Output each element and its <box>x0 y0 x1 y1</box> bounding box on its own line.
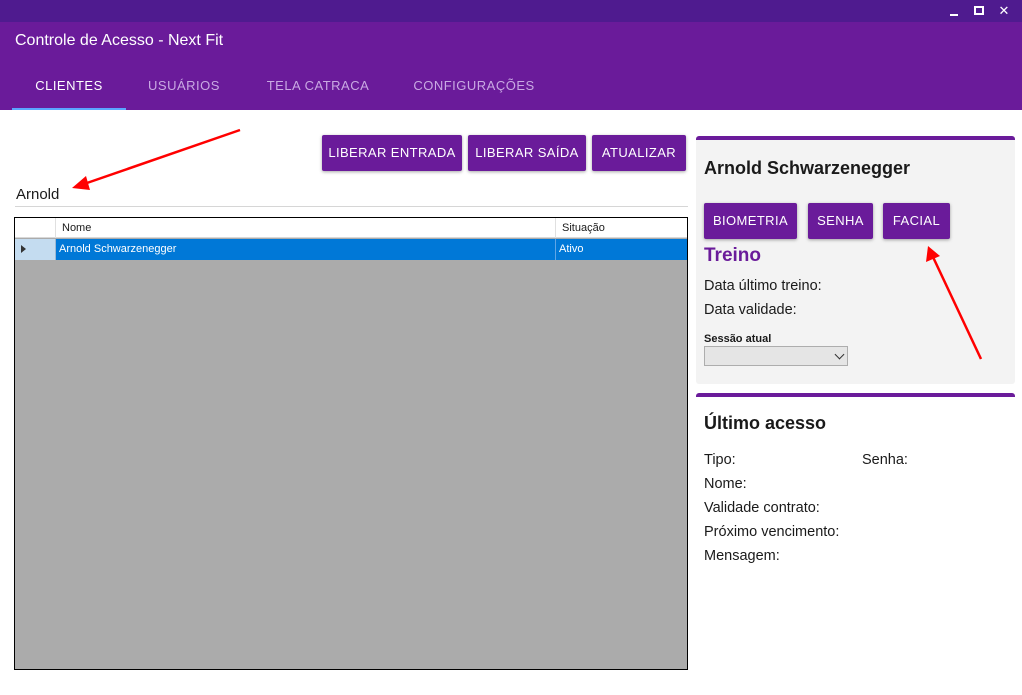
data-validade-label: Data validade: <box>704 302 797 318</box>
validade-contrato-label: Validade contrato: <box>704 500 820 516</box>
tab-label: TELA CATRACA <box>266 78 370 93</box>
tab-label: CONFIGURAÇÕES <box>413 78 535 93</box>
tab-tela-catraca[interactable]: TELA CATRACA <box>256 71 380 110</box>
app-header: Controle de Acesso - Next Fit CLIENTES U… <box>0 22 1022 110</box>
liberar-entrada-button[interactable]: LIBERAR ENTRADA <box>322 135 462 171</box>
ultimo-acesso-heading: Último acesso <box>704 413 827 433</box>
tab-configuracoes[interactable]: CONFIGURAÇÕES <box>404 71 544 110</box>
search-input[interactable] <box>15 182 688 207</box>
senha-label: Senha: <box>862 452 908 468</box>
sessao-atual-label: Sessão atual <box>704 333 772 345</box>
annotation-arrow-search <box>72 128 241 190</box>
column-header-situacao[interactable]: Situação <box>556 218 687 238</box>
client-details-card: Arnold Schwarzenegger BIOMETRIA SENHA FA… <box>696 136 1015 384</box>
treino-heading: Treino <box>704 245 762 266</box>
tab-usuarios[interactable]: USUÁRIOS <box>136 71 232 110</box>
close-icon[interactable]: ✕ <box>994 2 1014 20</box>
app-window: ✕ Controle de Acesso - Next Fit CLIENTES… <box>0 0 1022 695</box>
cell-situacao[interactable]: Ativo <box>556 239 687 260</box>
chevron-down-icon <box>834 349 845 360</box>
window-chrome: ✕ <box>0 0 1022 22</box>
tab-clientes[interactable]: CLIENTES <box>12 71 126 110</box>
facial-button[interactable]: FACIAL <box>883 203 950 239</box>
data-ultimo-treino-label: Data último treino: <box>704 278 822 294</box>
ultimo-acesso-card: Último acesso Tipo: Senha: Nome: Validad… <box>696 393 1015 695</box>
liberar-saida-button[interactable]: LIBERAR SAÍDA <box>468 135 586 171</box>
active-tab-indicator <box>12 108 126 110</box>
biometria-button[interactable]: BIOMETRIA <box>704 203 797 239</box>
senha-button[interactable]: SENHA <box>808 203 873 239</box>
tipo-label: Tipo: <box>704 452 736 468</box>
column-header-nome[interactable]: Nome <box>56 218 556 238</box>
cell-nome[interactable]: Arnold Schwarzenegger <box>56 239 556 260</box>
minimize-icon[interactable] <box>944 2 964 20</box>
app-title: Controle de Acesso - Next Fit <box>15 32 224 49</box>
client-name: Arnold Schwarzenegger <box>704 158 911 178</box>
row-header-corner <box>15 218 56 238</box>
mensagem-label: Mensagem: <box>704 548 780 564</box>
tab-label: CLIENTES <box>35 78 103 93</box>
row-selector[interactable] <box>15 239 56 260</box>
proximo-vencimento-label: Próximo vencimento: <box>704 524 840 540</box>
current-row-arrow-icon <box>21 245 26 253</box>
tab-label: USUÁRIOS <box>148 78 220 93</box>
nome-label: Nome: <box>704 476 747 492</box>
atualizar-button[interactable]: ATUALIZAR <box>592 135 686 171</box>
grid-header: Nome Situação <box>15 218 687 238</box>
sessao-atual-select[interactable] <box>704 346 848 366</box>
maximize-icon[interactable] <box>969 2 989 20</box>
table-row[interactable]: Arnold Schwarzenegger Ativo <box>15 239 687 260</box>
clients-grid[interactable]: Nome Situação Arnold Schwarzenegger Ativ… <box>14 217 688 670</box>
